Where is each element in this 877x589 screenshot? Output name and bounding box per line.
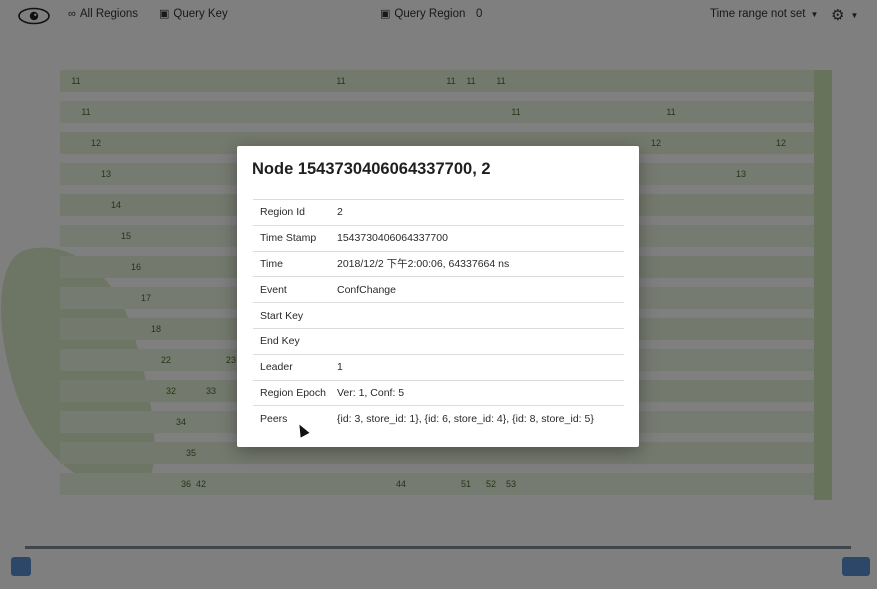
detail-row: Time Stamp 1543730406064337700 [253,225,624,251]
detail-row: Region Epoch Ver: 1, Conf: 5 [253,380,624,406]
detail-value [337,328,624,354]
node-detail-modal: Node 1543730406064337700, 2 Region Id 2 Ti… [237,146,639,447]
detail-key: Leader [260,361,293,374]
detail-row: Time 2018/12/2 下午2:00:06, 64337664 ns [253,251,624,277]
detail-value: 2 [337,206,343,219]
detail-row: End Key [253,328,624,354]
detail-key: Region Id [260,206,305,219]
detail-value: 2018/12/2 下午2:00:06, 64337664 ns [337,258,510,271]
detail-row: Region Id 2 [253,199,624,226]
detail-value: 1543730406064337700 [337,232,448,245]
detail-row: Start Key [253,302,624,329]
detail-row: Event ConfChange [253,276,624,303]
detail-value: 1 [337,361,343,374]
detail-row: Leader 1 [253,354,624,380]
detail-key: Time Stamp [260,232,317,245]
detail-key: Start Key [260,309,304,322]
detail-key: Time [260,257,283,270]
detail-value [337,303,624,329]
detail-value: {id: 3, store_id: 1}, {id: 6, store_id: … [337,413,594,426]
modal-title: Node 1543730406064337700, 2 [252,160,491,178]
detail-key: End Key [260,335,300,348]
detail-value: ConfChange [337,283,396,296]
detail-row: Peers {id: 3, store_id: 1}, {id: 6, store… [253,405,624,432]
node-detail-table: Region Id 2 Time Stamp 1543730406064337700 T… [253,199,624,432]
detail-value: Ver: 1, Conf: 5 [337,386,405,399]
detail-key: Region Epoch [260,386,326,399]
detail-key: Event [260,283,287,296]
